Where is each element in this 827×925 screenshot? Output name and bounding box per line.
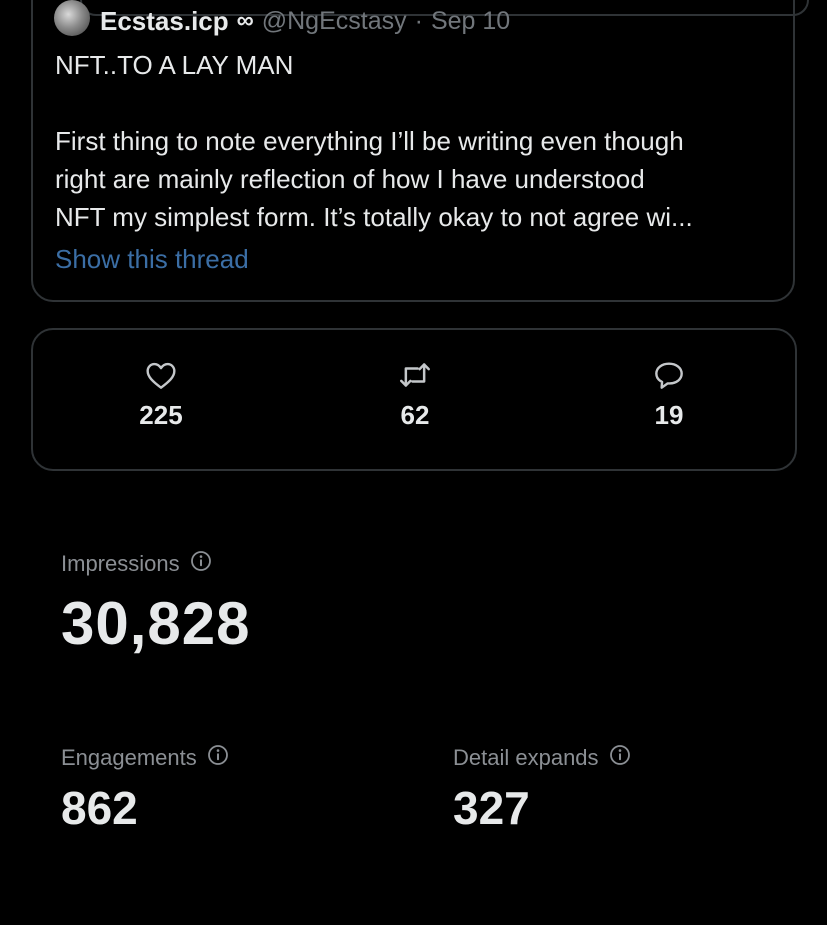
detail-expands-metric: Detail expands 327 bbox=[453, 744, 631, 835]
author-handle[interactable]: @NgEcstasy bbox=[262, 7, 407, 36]
engagement-stats-card: 225 62 19 bbox=[31, 328, 797, 471]
separator-dot: · bbox=[414, 6, 423, 35]
replies-stat[interactable]: 19 bbox=[609, 360, 729, 431]
tweet-body: First thing to note everything I’ll be w… bbox=[55, 122, 775, 236]
tweet-author-row: Ecstas.icp ∞ @NgEcstasy · Sep 10 bbox=[54, 0, 510, 38]
info-icon[interactable] bbox=[609, 744, 631, 771]
tweet-body-line: NFT my simplest form. It’s totally okay … bbox=[55, 202, 693, 232]
tweet-body-line: First thing to note everything I’ll be w… bbox=[55, 126, 684, 156]
tweet-date[interactable]: Sep 10 bbox=[431, 7, 510, 36]
retweet-icon bbox=[400, 363, 430, 387]
tweet-body-line: right are mainly reflection of how I hav… bbox=[55, 164, 645, 194]
info-icon[interactable] bbox=[190, 550, 212, 577]
infinity-badge-icon: ∞ bbox=[236, 7, 254, 34]
impressions-label: Impressions bbox=[61, 550, 180, 576]
impressions-metric: Impressions 30,828 bbox=[61, 550, 251, 658]
retweets-stat[interactable]: 62 bbox=[355, 360, 475, 431]
likes-stat[interactable]: 225 bbox=[101, 360, 221, 431]
engagements-value: 862 bbox=[61, 782, 138, 834]
heart-icon bbox=[146, 362, 176, 389]
likes-count: 225 bbox=[139, 400, 183, 430]
avatar[interactable] bbox=[54, 0, 90, 36]
engagements-label: Engagements bbox=[61, 744, 197, 770]
reply-bubble-icon bbox=[655, 362, 683, 389]
retweets-count: 62 bbox=[400, 400, 430, 430]
replies-count: 19 bbox=[654, 400, 684, 430]
info-icon[interactable] bbox=[207, 744, 229, 771]
show-thread-link[interactable]: Show this thread bbox=[55, 244, 249, 275]
author-name[interactable]: Ecstas.icp bbox=[100, 6, 229, 37]
detail-expands-value: 327 bbox=[453, 782, 530, 834]
tweet-title: NFT..TO A LAY MAN bbox=[55, 50, 294, 80]
detail-expands-label: Detail expands bbox=[453, 744, 599, 770]
engagements-metric: Engagements 862 bbox=[61, 744, 229, 835]
impressions-value: 30,828 bbox=[61, 590, 251, 657]
